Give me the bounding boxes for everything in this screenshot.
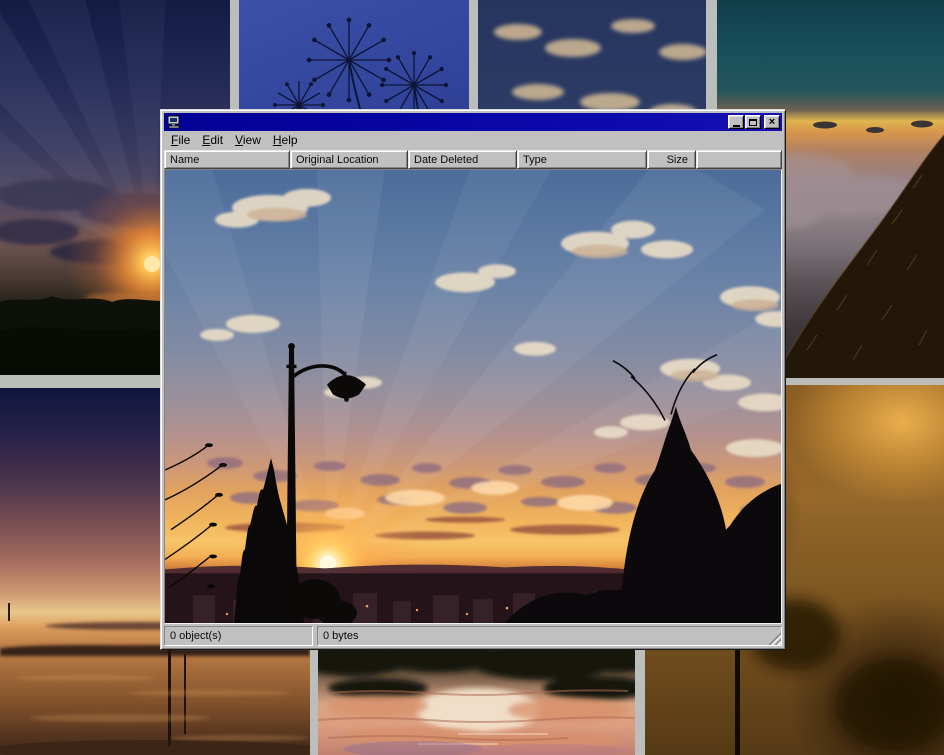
desktop: { "background": { "grout_color": "#bcbeb…	[0, 0, 944, 755]
maximize-icon	[749, 119, 757, 126]
computer-icon[interactable]	[166, 115, 182, 129]
minimize-button[interactable]	[728, 115, 744, 129]
list-view-empty-client-area[interactable]	[164, 169, 782, 624]
menu-edit[interactable]: Edit	[196, 132, 229, 149]
recycle-bin-window: × File Edit View Help Name Original Loca…	[160, 109, 786, 650]
menu-help[interactable]: Help	[267, 132, 304, 149]
minimize-icon	[733, 125, 740, 127]
menu-bar: File Edit View Help	[164, 131, 782, 150]
close-icon: ×	[769, 117, 775, 127]
menu-file[interactable]: File	[165, 132, 196, 149]
title-bar[interactable]: ×	[164, 113, 782, 131]
column-header-type[interactable]: Type	[517, 150, 647, 169]
column-header-name[interactable]: Name	[164, 150, 290, 169]
column-header-date-deleted[interactable]: Date Deleted	[408, 150, 517, 169]
status-bar: 0 object(s) 0 bytes	[164, 626, 782, 646]
column-header-row: Name Original Location Date Deleted Type…	[164, 150, 782, 169]
status-object-count: 0 object(s)	[164, 626, 313, 646]
column-header-size[interactable]: Size	[647, 150, 696, 169]
maximize-button[interactable]	[745, 115, 761, 129]
column-header-original-location[interactable]: Original Location	[290, 150, 408, 169]
menu-view[interactable]: View	[229, 132, 267, 149]
column-header-filler	[696, 150, 782, 169]
status-byte-count: 0 bytes	[317, 626, 782, 646]
close-button[interactable]: ×	[764, 115, 780, 129]
sunset-lamp-photo	[165, 170, 781, 623]
